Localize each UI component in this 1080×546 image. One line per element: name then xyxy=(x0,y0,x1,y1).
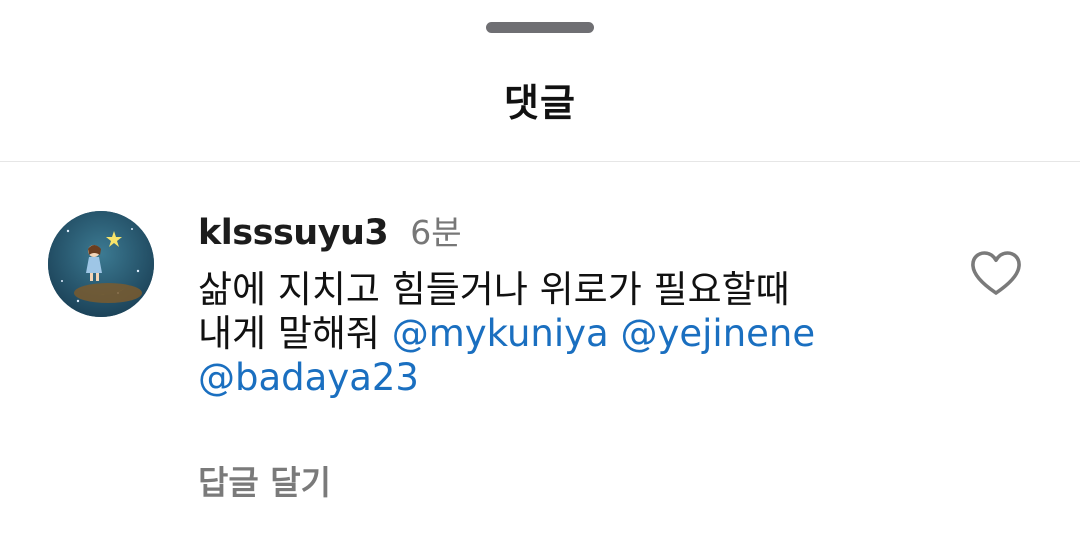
comment-text-line-2: 내게 말해줘 @mykuniya @yejinene xyxy=(198,312,958,356)
header-divider xyxy=(0,161,1080,162)
heart-outline-icon xyxy=(971,251,1021,295)
mention-link[interactable]: @yejinene xyxy=(620,312,815,355)
comment-text-line-1: 삶에 지치고 힘들거나 위로가 필요할때 xyxy=(198,268,790,311)
comment-text-prefix: 내게 말해줘 xyxy=(198,312,380,355)
username[interactable]: klsssuyu3 xyxy=(198,213,389,253)
mention-link[interactable]: @mykuniya xyxy=(392,312,609,355)
comment-text: 삶에 지치고 힘들거나 위로가 필요할때 내게 말해줘 @mykuniya @y… xyxy=(198,268,958,400)
moon-girl-avatar-icon xyxy=(48,211,154,317)
sheet-title: 댓글 xyxy=(504,81,576,125)
comment-header: klsssuyu3 6분 xyxy=(198,206,462,253)
like-button[interactable] xyxy=(968,248,1024,298)
reply-button[interactable]: 답글 달기 xyxy=(198,456,331,504)
comment-text-line-3: @badaya23 xyxy=(198,356,958,400)
drag-handle[interactable] xyxy=(486,22,594,33)
mention-link[interactable]: @badaya23 xyxy=(198,356,419,399)
comments-sheet: 댓글 klsssuyu3 6분 삶에 지치고 힘들거나 위로가 필요할때 내게 … xyxy=(0,0,1080,546)
avatar[interactable] xyxy=(48,211,154,317)
comment-time: 6분 xyxy=(410,213,462,252)
